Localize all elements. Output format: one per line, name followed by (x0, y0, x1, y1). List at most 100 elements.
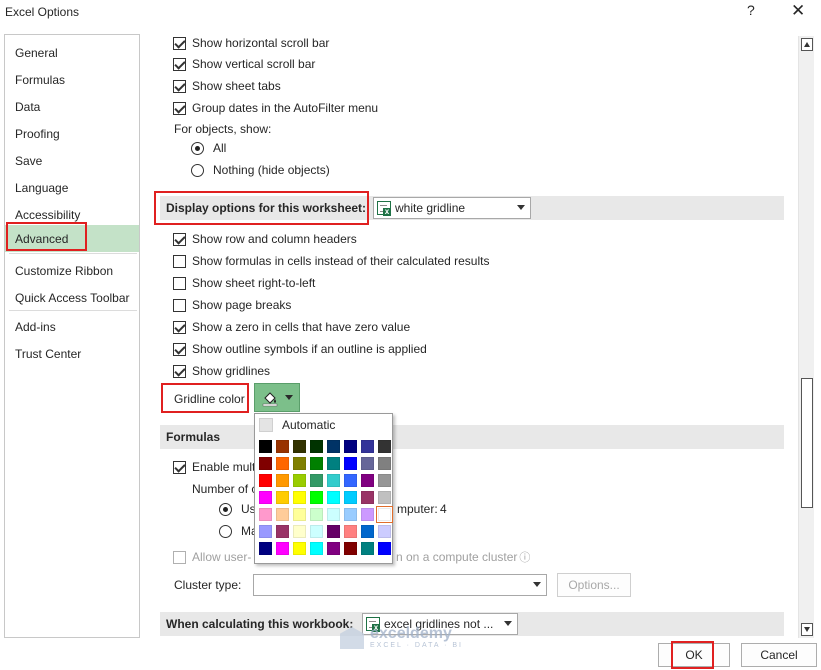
color-swatch[interactable] (293, 457, 306, 470)
checkbox-icon[interactable] (173, 79, 186, 93)
color-swatch[interactable] (361, 508, 374, 521)
color-swatch[interactable] (344, 525, 357, 538)
option-vertical-scroll[interactable]: Show vertical scroll bar (173, 55, 315, 73)
option-allow-udf[interactable]: Allow user- (173, 548, 251, 566)
option-gridlines[interactable]: Show gridlines (173, 362, 270, 380)
color-swatch[interactable] (378, 491, 391, 504)
gridline-color-button[interactable] (254, 383, 300, 412)
color-swatch[interactable] (344, 508, 357, 521)
color-swatch[interactable] (310, 491, 323, 504)
color-swatch[interactable] (276, 542, 289, 555)
nav-item-language[interactable]: Language (5, 174, 139, 201)
color-swatch[interactable] (293, 440, 306, 453)
nav-item-formulas[interactable]: Formulas (5, 66, 139, 93)
color-swatch[interactable] (344, 491, 357, 504)
color-swatch[interactable] (361, 457, 374, 470)
color-swatch[interactable] (378, 440, 391, 453)
nav-item-customize-ribbon[interactable]: Customize Ribbon (5, 257, 139, 284)
color-swatch[interactable] (327, 440, 340, 453)
color-swatch[interactable] (259, 457, 272, 470)
color-swatch[interactable] (378, 474, 391, 487)
color-swatch[interactable] (378, 542, 391, 555)
color-swatch[interactable] (293, 474, 306, 487)
color-swatch[interactable] (376, 506, 393, 523)
color-swatch[interactable] (310, 474, 323, 487)
color-swatch[interactable] (310, 542, 323, 555)
option-group-dates[interactable]: Group dates in the AutoFilter menu (173, 99, 378, 117)
checkbox-icon[interactable] (173, 298, 186, 312)
ok-button[interactable]: OK (658, 643, 730, 667)
checkbox-icon[interactable] (173, 57, 186, 71)
color-swatch[interactable] (259, 440, 272, 453)
nav-item-add-ins[interactable]: Add-ins (5, 313, 139, 340)
nav-item-accessibility[interactable]: Accessibility (5, 201, 139, 228)
nav-item-advanced[interactable]: Advanced (5, 225, 139, 252)
nav-item-general[interactable]: General (5, 39, 139, 66)
nav-item-save[interactable]: Save (5, 147, 139, 174)
color-swatch[interactable] (276, 491, 289, 504)
color-swatch[interactable] (293, 508, 306, 521)
checkbox-icon[interactable] (173, 342, 186, 356)
color-swatch[interactable] (310, 508, 323, 521)
checkbox-icon[interactable] (173, 364, 186, 378)
color-swatch[interactable] (276, 508, 289, 521)
checkbox-icon[interactable] (173, 232, 186, 246)
option-objects-nothing[interactable]: Nothing (hide objects) (191, 161, 330, 179)
option-horizontal-scroll[interactable]: Show horizontal scroll bar (173, 34, 329, 52)
color-swatch[interactable] (310, 457, 323, 470)
option-objects-all[interactable]: All (191, 139, 226, 157)
nav-item-quick-access-toolbar[interactable]: Quick Access Toolbar (5, 284, 139, 311)
cluster-options-button[interactable]: Options... (557, 573, 631, 597)
checkbox-icon[interactable] (173, 254, 186, 268)
close-icon[interactable]: ✕ (791, 1, 805, 21)
checkbox-icon[interactable] (173, 460, 186, 474)
worksheet-select[interactable]: white gridline (373, 197, 531, 219)
color-swatch[interactable] (327, 542, 340, 555)
checkbox-icon[interactable] (173, 320, 186, 334)
color-swatch[interactable] (276, 457, 289, 470)
nav-item-trust-center[interactable]: Trust Center (5, 340, 139, 367)
color-swatch[interactable] (276, 474, 289, 487)
radio-icon[interactable] (191, 163, 204, 177)
checkbox-icon[interactable] (173, 550, 186, 564)
color-swatch[interactable] (259, 491, 272, 504)
color-swatch[interactable] (361, 491, 374, 504)
color-swatch[interactable] (361, 542, 374, 555)
scrollbar-thumb[interactable] (801, 378, 813, 508)
option-right-to-left[interactable]: Show sheet right-to-left (173, 274, 315, 292)
radio-icon[interactable] (191, 141, 204, 155)
color-swatch[interactable] (344, 457, 357, 470)
color-swatch[interactable] (310, 440, 323, 453)
radio-icon[interactable] (219, 502, 232, 516)
scroll-up-icon[interactable] (801, 38, 813, 51)
option-row-col-headers[interactable]: Show row and column headers (173, 230, 357, 248)
color-swatch[interactable] (361, 474, 374, 487)
color-swatch[interactable] (378, 457, 391, 470)
cluster-type-select[interactable] (253, 574, 547, 596)
color-swatch[interactable] (344, 474, 357, 487)
info-icon[interactable]: ⓘ (519, 549, 530, 565)
color-swatch[interactable] (259, 474, 272, 487)
automatic-color-option[interactable]: Automatic (258, 416, 390, 434)
nav-item-proofing[interactable]: Proofing (5, 120, 139, 147)
color-swatch[interactable] (259, 508, 272, 521)
color-swatch[interactable] (327, 525, 340, 538)
color-swatch[interactable] (276, 440, 289, 453)
color-swatch[interactable] (344, 542, 357, 555)
checkbox-icon[interactable] (173, 101, 186, 115)
color-swatch[interactable] (327, 508, 340, 521)
color-swatch[interactable] (361, 440, 374, 453)
checkbox-icon[interactable] (173, 276, 186, 290)
option-multithreaded[interactable]: Enable mult (173, 458, 255, 476)
color-swatch[interactable] (327, 457, 340, 470)
option-sheet-tabs[interactable]: Show sheet tabs (173, 77, 281, 95)
color-swatch[interactable] (310, 525, 323, 538)
cancel-button[interactable]: Cancel (741, 643, 817, 667)
nav-item-data[interactable]: Data (5, 93, 139, 120)
option-page-breaks[interactable]: Show page breaks (173, 296, 291, 314)
vertical-scrollbar[interactable] (798, 36, 814, 638)
option-formulas-in-cells[interactable]: Show formulas in cells instead of their … (173, 252, 489, 270)
option-outline-symbols[interactable]: Show outline symbols if an outline is ap… (173, 340, 427, 358)
color-swatch[interactable] (378, 525, 391, 538)
color-swatch[interactable] (293, 491, 306, 504)
